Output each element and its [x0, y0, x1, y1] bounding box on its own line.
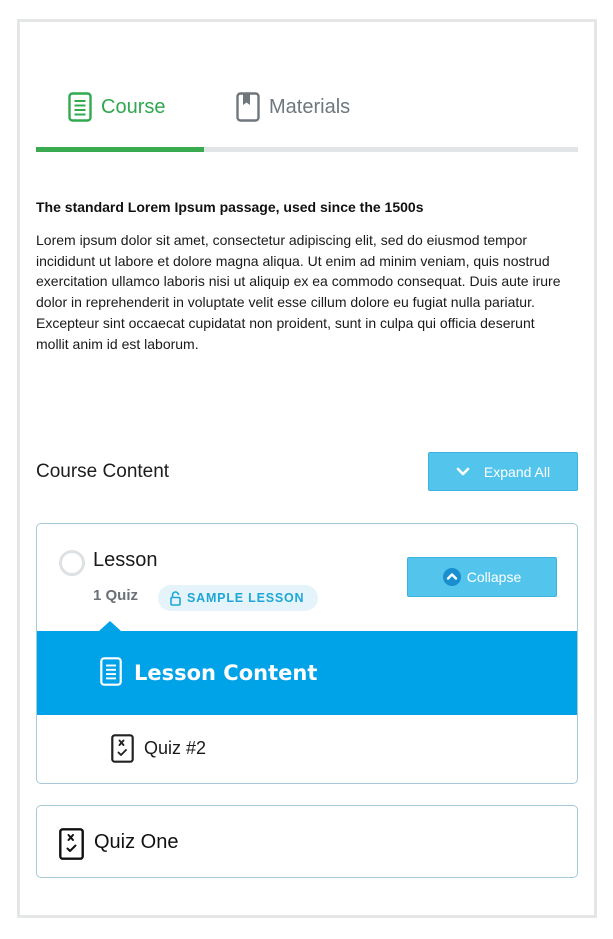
quiz-icon	[59, 828, 84, 860]
intro-title: The standard Lorem Ipsum passage, used s…	[36, 199, 424, 215]
course-content-heading: Course Content	[36, 461, 170, 482]
chevron-down-icon	[456, 467, 470, 477]
tab-materials-label: Materials	[269, 95, 351, 118]
quiz-one-card[interactable]: Quiz One	[36, 805, 578, 878]
tab-progress-track	[36, 147, 578, 152]
expand-all-label: Expand All	[483, 463, 551, 480]
sample-lesson-label: SAMPLE LESSON	[187, 591, 305, 605]
tab-progress-indicator	[36, 147, 205, 152]
tab-course-label: Course	[101, 95, 166, 118]
intro-body: Lorem ipsum dolor sit amet, consectetur …	[36, 232, 561, 352]
lesson-content-row[interactable]: Lesson Content	[37, 621, 577, 715]
quiz-2-label: Quiz #2	[144, 738, 207, 758]
lesson-content-label: Lesson Content	[134, 661, 318, 685]
collapse-label: Collapse	[466, 569, 522, 585]
bookmark-book-icon	[236, 92, 260, 122]
tab-course[interactable]: Course	[68, 85, 165, 129]
tab-materials[interactable]: Materials	[236, 85, 350, 129]
lesson-card: Lesson 1 Quiz SAMPLE LESSON Collapse Les…	[36, 523, 578, 784]
unlock-icon	[170, 590, 181, 606]
tab-bar: Course Materials	[36, 85, 578, 130]
sample-lesson-badge: SAMPLE LESSON	[158, 585, 319, 611]
document-icon	[100, 657, 122, 686]
active-indicator-notch	[99, 621, 121, 631]
document-icon	[68, 92, 92, 122]
chevron-up-icon	[442, 568, 461, 586]
lesson-quiz-count: 1 Quiz	[93, 587, 139, 604]
quiz-one-label: Quiz One	[94, 831, 179, 853]
quiz-2-row[interactable]: Quiz #2	[37, 715, 577, 783]
expand-all-button[interactable]: Expand All	[428, 452, 578, 491]
quiz-icon	[111, 734, 134, 763]
collapse-button[interactable]: Collapse	[407, 557, 557, 597]
lesson-status-circle	[59, 550, 85, 576]
lesson-title[interactable]: Lesson	[93, 549, 158, 572]
